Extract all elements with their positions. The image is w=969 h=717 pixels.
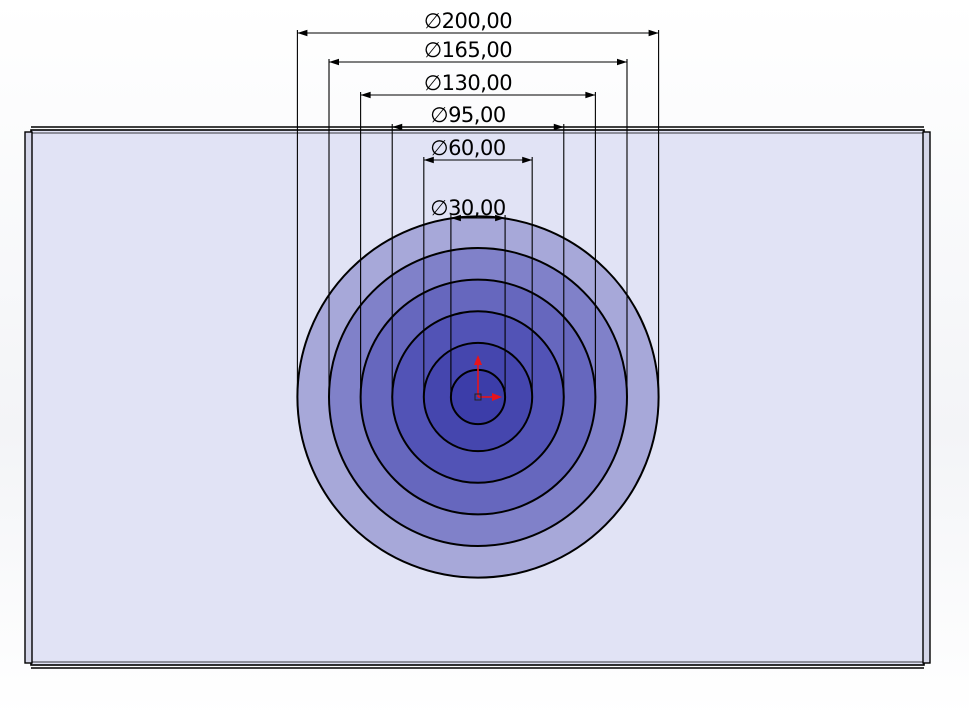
dimension-label[interactable]: ∅60,00 bbox=[430, 136, 506, 160]
dimension-label[interactable]: ∅130,00 bbox=[424, 71, 513, 95]
dimension-label[interactable]: ∅165,00 bbox=[424, 38, 513, 62]
cad-viewport[interactable]: ∅200,00 ∅165,00 ∅130,00 ∅95,00 ∅60,00 ∅30,00 bbox=[0, 0, 969, 717]
dimension-label[interactable]: ∅200,00 bbox=[424, 9, 513, 33]
plate-right-edge bbox=[922, 131, 931, 664]
arrowhead-right bbox=[616, 58, 627, 66]
plate-left-edge bbox=[24, 131, 33, 664]
arrowhead-left bbox=[360, 91, 371, 99]
arrowhead-right bbox=[585, 91, 596, 99]
arrowhead-left bbox=[297, 29, 308, 37]
dimension-label[interactable]: ∅30,00 bbox=[430, 196, 506, 220]
arrowhead-left bbox=[329, 58, 340, 66]
dimension-label[interactable]: ∅95,00 bbox=[430, 103, 506, 127]
arrowhead-right bbox=[648, 29, 659, 37]
